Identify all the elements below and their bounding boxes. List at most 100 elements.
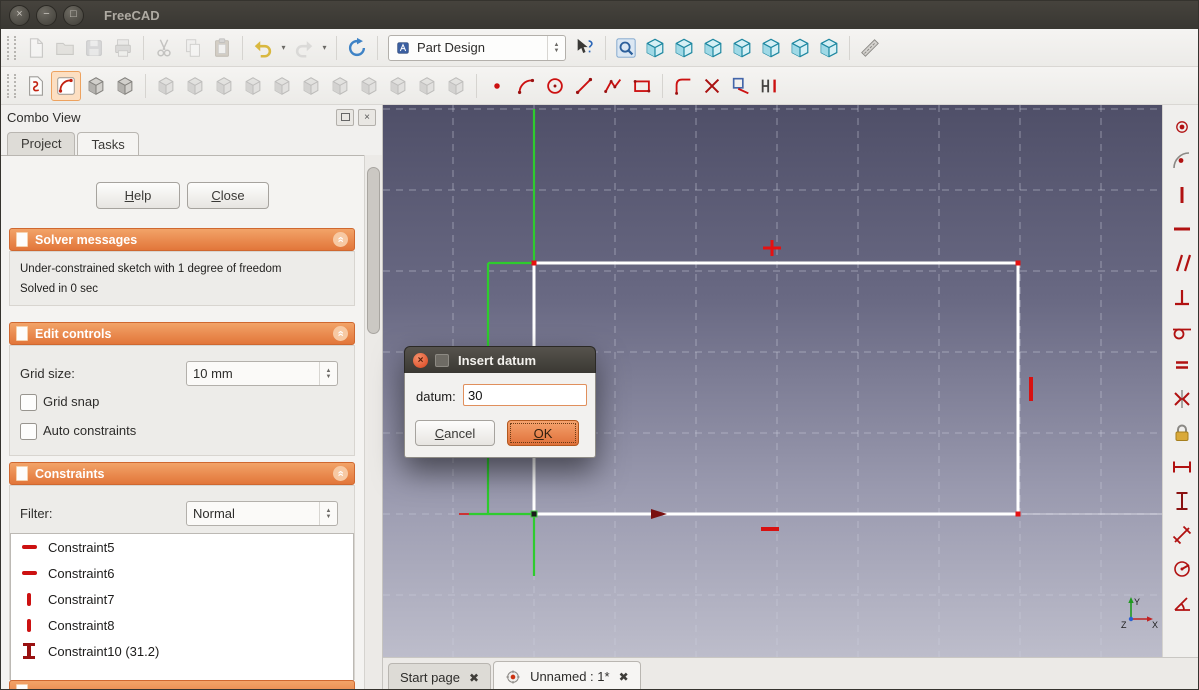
window-maximize-icon[interactable]: □ xyxy=(63,5,84,26)
save-icon[interactable] xyxy=(80,34,108,62)
angle-constraint-icon[interactable] xyxy=(1168,589,1196,617)
radius-constraint-icon[interactable] xyxy=(1168,555,1196,583)
open-file-icon[interactable] xyxy=(51,34,79,62)
coincident-constraint-icon[interactable] xyxy=(1168,113,1196,141)
create-circle-icon[interactable] xyxy=(541,72,569,100)
collapse-section-icon[interactable]: « xyxy=(333,232,348,247)
copy-icon[interactable] xyxy=(179,34,207,62)
create-point-icon[interactable] xyxy=(483,72,511,100)
grid-size-select[interactable]: 10 mm ▲▼ xyxy=(186,361,338,386)
collapse-section-icon[interactable]: « xyxy=(333,466,348,481)
chamfer-icon[interactable] xyxy=(297,72,325,100)
front-view-icon[interactable] xyxy=(670,34,698,62)
solver-messages-header[interactable]: Solver messages « xyxy=(9,228,355,251)
thickness-icon[interactable] xyxy=(355,72,383,100)
list-item[interactable]: Constraint6 xyxy=(11,560,353,586)
list-item[interactable]: Constraint10 (31.2) xyxy=(11,638,353,664)
tab-start-page[interactable]: Start page ✖ xyxy=(388,663,491,690)
parallel-constraint-icon[interactable] xyxy=(1168,249,1196,277)
sketch-rectangle[interactable] xyxy=(534,263,1018,514)
float-panel-icon[interactable] xyxy=(336,109,354,126)
window-titlebar[interactable]: × − □ FreeCAD xyxy=(1,1,1198,29)
close-task-button[interactable]: Close xyxy=(187,182,269,209)
revolution-icon[interactable] xyxy=(210,72,238,100)
ok-button[interactable]: OK xyxy=(507,420,579,446)
create-line-icon[interactable] xyxy=(570,72,598,100)
symmetric-constraint-icon[interactable] xyxy=(1168,385,1196,413)
left-view-icon[interactable] xyxy=(815,34,843,62)
fillet-icon[interactable] xyxy=(268,72,296,100)
create-arc-icon[interactable] xyxy=(512,72,540,100)
linear-pattern-icon[interactable] xyxy=(413,72,441,100)
window-minimize-icon[interactable]: − xyxy=(36,5,57,26)
list-item[interactable]: Constraint7 xyxy=(11,586,353,612)
edit-sketch-icon[interactable] xyxy=(51,71,81,101)
workbench-selector[interactable]: Part Design ▲▼ xyxy=(388,35,566,61)
close-panel-icon[interactable]: × xyxy=(358,109,376,126)
paste-icon[interactable] xyxy=(208,34,236,62)
workbench-spinner[interactable]: ▲▼ xyxy=(547,36,565,60)
edit-controls-header[interactable]: Edit controls « xyxy=(9,322,355,345)
window-close-icon[interactable]: × xyxy=(9,5,30,26)
pocket-icon[interactable] xyxy=(181,72,209,100)
perpendicular-constraint-icon[interactable] xyxy=(1168,283,1196,311)
help-button[interactable]: Help xyxy=(96,182,180,209)
toolbar-drag-handle[interactable] xyxy=(7,36,16,60)
leave-sketch-icon[interactable] xyxy=(111,72,139,100)
create-sketch-icon[interactable] xyxy=(22,72,50,100)
map-sketch-icon[interactable] xyxy=(82,72,110,100)
lock-constraint-icon[interactable] xyxy=(1168,419,1196,447)
auto-constraints-label[interactable]: Auto constraints xyxy=(43,423,136,438)
tab-project[interactable]: Project xyxy=(7,132,75,155)
grid-size-spinner[interactable]: ▲▼ xyxy=(319,362,337,385)
scrollbar-thumb[interactable] xyxy=(367,167,380,334)
internal-alignment-icon[interactable] xyxy=(756,72,784,100)
cut-icon[interactable] xyxy=(150,34,178,62)
redo-icon[interactable] xyxy=(290,34,318,62)
create-polyline-icon[interactable] xyxy=(599,72,627,100)
vertical-constraint-icon[interactable] xyxy=(1168,181,1196,209)
axonometric-view-icon[interactable] xyxy=(641,34,669,62)
distance-constraint-icon[interactable] xyxy=(1168,521,1196,549)
auto-constraints-checkbox[interactable] xyxy=(20,423,37,440)
rear-view-icon[interactable] xyxy=(757,34,785,62)
undo-dropdown-icon[interactable]: ▾ xyxy=(278,43,289,52)
tab-unnamed-document[interactable]: Unnamed : 1* ✖ xyxy=(493,661,641,690)
measure-icon[interactable] xyxy=(856,34,884,62)
horizontal-distance-icon[interactable] xyxy=(1168,453,1196,481)
top-view-icon[interactable] xyxy=(699,34,727,62)
cancel-button[interactable]: Cancel xyxy=(415,420,495,446)
list-item[interactable]: Constraint8 xyxy=(11,612,353,638)
undo-icon[interactable] xyxy=(249,34,277,62)
sketch-vertices[interactable] xyxy=(531,261,1021,518)
toolbar-drag-handle[interactable] xyxy=(7,74,16,98)
dialog-close-icon[interactable]: × xyxy=(413,353,428,368)
trim-icon[interactable] xyxy=(698,72,726,100)
vertical-distance-icon[interactable] xyxy=(1168,487,1196,515)
combo-view-header[interactable]: Combo View × xyxy=(1,105,382,129)
grid-snap-checkbox[interactable] xyxy=(20,394,37,411)
pad-icon[interactable] xyxy=(152,72,180,100)
bottom-view-icon[interactable] xyxy=(786,34,814,62)
polar-pattern-icon[interactable] xyxy=(442,72,470,100)
list-item[interactable]: Constraint5 xyxy=(11,534,353,560)
fillet-sketch-icon[interactable] xyxy=(669,72,697,100)
tab-tasks[interactable]: Tasks xyxy=(77,132,138,156)
dialog-titlebar[interactable]: × Insert datum xyxy=(404,346,596,373)
create-rectangle-icon[interactable] xyxy=(628,72,656,100)
next-section-header[interactable] xyxy=(9,680,355,690)
panel-scrollbar[interactable] xyxy=(364,155,382,690)
right-view-icon[interactable] xyxy=(728,34,756,62)
tab-close-icon[interactable]: ✖ xyxy=(619,670,629,684)
tangent-constraint-icon[interactable] xyxy=(1168,317,1196,345)
whats-this-icon[interactable] xyxy=(571,34,599,62)
mirrored-icon[interactable] xyxy=(384,72,412,100)
equal-constraint-icon[interactable] xyxy=(1168,351,1196,379)
redo-dropdown-icon[interactable]: ▾ xyxy=(319,43,330,52)
draft-icon[interactable] xyxy=(326,72,354,100)
tab-close-icon[interactable]: ✖ xyxy=(469,671,479,685)
collapse-section-icon[interactable]: « xyxy=(333,326,348,341)
datum-input[interactable] xyxy=(463,384,587,406)
fit-all-icon[interactable] xyxy=(612,34,640,62)
print-icon[interactable] xyxy=(109,34,137,62)
